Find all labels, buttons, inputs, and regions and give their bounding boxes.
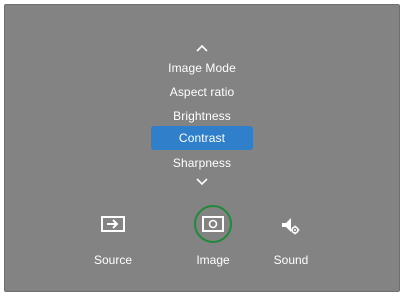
menu-item-brightness[interactable]: Brightness: [173, 109, 231, 123]
sound-settings-icon: [281, 217, 301, 240]
menu-item-aspect-ratio[interactable]: Aspect ratio: [170, 85, 235, 99]
focus-ring: [194, 205, 232, 243]
bottom-item-image[interactable]: Image: [183, 205, 243, 275]
bottom-item-source[interactable]: Source: [83, 205, 143, 275]
chevron-down-icon[interactable]: [195, 177, 209, 187]
image-icon: [202, 216, 224, 232]
menu-item-contrast[interactable]: Contrast: [151, 126, 253, 150]
tv-settings-screen: Image Mode Aspect ratio Brightness Contr…: [4, 4, 400, 292]
menu-item-sharpness[interactable]: Sharpness: [173, 156, 231, 170]
sound-label: Sound: [273, 253, 309, 267]
menu-item-image-mode[interactable]: Image Mode: [168, 61, 236, 75]
source-input-icon: [101, 216, 125, 237]
chevron-up-icon[interactable]: [195, 43, 209, 53]
image-label: Image: [196, 253, 230, 267]
bottom-item-sound[interactable]: Sound: [261, 205, 321, 275]
source-label: Source: [93, 253, 133, 267]
